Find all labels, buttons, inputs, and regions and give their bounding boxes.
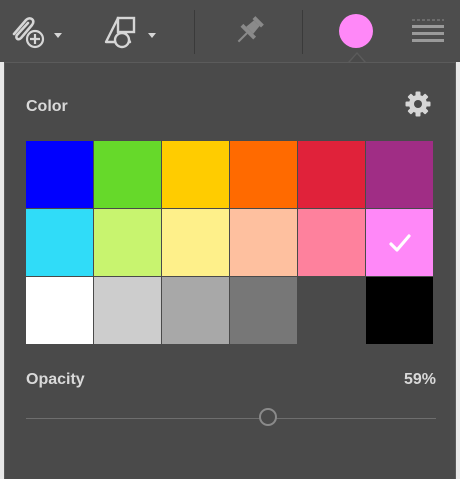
color-swatch-grid xyxy=(26,141,434,345)
color-swatch[interactable] xyxy=(26,209,93,276)
color-heading: Color xyxy=(26,98,68,115)
color-swatch[interactable] xyxy=(162,141,229,208)
color-swatch[interactable] xyxy=(162,277,229,344)
color-swatch[interactable] xyxy=(94,277,161,344)
chevron-down-icon xyxy=(54,33,62,38)
chevron-down-icon xyxy=(148,33,156,38)
color-swatch[interactable] xyxy=(26,141,93,208)
toolbar xyxy=(0,0,460,62)
color-swatch[interactable] xyxy=(366,209,433,276)
color-swatch[interactable] xyxy=(162,209,229,276)
color-swatch[interactable] xyxy=(298,277,365,344)
color-swatch[interactable] xyxy=(230,277,297,344)
popover-notch-fill xyxy=(350,54,364,62)
toolbar-divider xyxy=(302,10,303,54)
opacity-label: Opacity xyxy=(26,371,85,388)
opacity-slider-thumb[interactable] xyxy=(258,408,277,426)
pin-button[interactable] xyxy=(226,8,272,54)
menu-icon[interactable] xyxy=(410,16,446,46)
color-swatch[interactable] xyxy=(366,141,433,208)
color-swatch[interactable] xyxy=(26,277,93,344)
color-swatch[interactable] xyxy=(230,141,297,208)
toolbar-divider xyxy=(194,10,195,54)
checkmark-icon xyxy=(388,233,411,252)
shapes-icon xyxy=(104,16,136,49)
color-swatch[interactable] xyxy=(366,277,433,344)
color-swatch[interactable] xyxy=(298,209,365,276)
opacity-value: 59% xyxy=(403,371,436,388)
color-swatch[interactable] xyxy=(230,209,297,276)
color-swatch[interactable] xyxy=(94,209,161,276)
color-picker-button[interactable] xyxy=(339,14,373,48)
opacity-slider-track[interactable] xyxy=(26,418,436,419)
attach-add-icon xyxy=(12,17,45,49)
gear-icon[interactable] xyxy=(404,90,432,118)
pin-icon xyxy=(237,16,264,43)
attach-add-button[interactable] xyxy=(4,8,68,54)
shapes-button[interactable] xyxy=(98,8,162,54)
color-swatch[interactable] xyxy=(298,141,365,208)
color-swatch[interactable] xyxy=(94,141,161,208)
